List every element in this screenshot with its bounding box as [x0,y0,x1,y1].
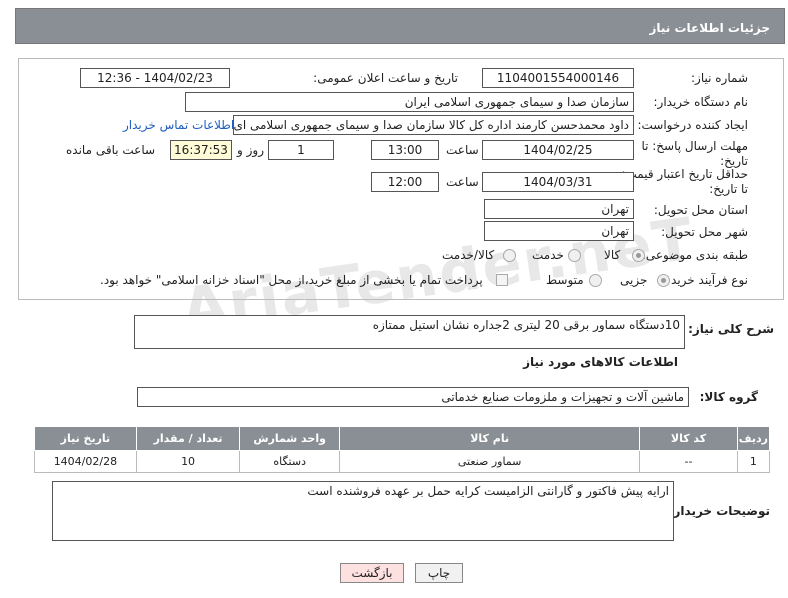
deadline-time-label: ساعت [446,143,479,157]
category-radio-service[interactable] [568,249,581,262]
category-radio-goods-service[interactable] [503,249,516,262]
city-field[interactable]: تهران [484,221,634,241]
col-code: کد کالا [639,426,738,451]
col-date: تاریخ نیاز [34,426,137,451]
deadline-label: مهلت ارسال پاسخ: تا تاریخ: [641,139,748,168]
validity-label: حداقل تاریخ اعتبار قیمت: تا تاریخ: [621,167,748,196]
buyer-field[interactable]: سازمان صدا و سیمای جمهوری اسلامی ایران [185,92,634,112]
treasury-payment-checkbox[interactable] [496,274,508,286]
goods-table: ردیف کد کالا نام کالا واحد شمارش تعداد /… [34,426,771,473]
page-header: جزئیات اطلاعات نیاز [15,8,785,44]
cell-unit: دستگاه [239,450,340,473]
process-radio-medium[interactable] [589,274,602,287]
goods-group-field[interactable]: ماشین آلات و تجهیزات و ملزومات صنایع خدم… [137,387,689,407]
deadline-date-field[interactable]: 1404/02/25 [482,140,634,160]
col-name: نام کالا [338,426,641,451]
category-option-service: خدمت [532,248,564,262]
validity-time-label: ساعت [446,175,479,189]
page-title: جزئیات اطلاعات نیاز [649,21,770,35]
validity-time-field[interactable]: 12:00 [371,172,439,192]
goods-group-label: گروه کالا: [699,390,758,404]
province-field[interactable]: تهران [484,199,634,219]
remaining-time-field: 16:37:53 [170,140,232,160]
remaining-label: ساعت باقی مانده [66,143,156,157]
description-label: شرح کلی نیاز: [688,322,774,336]
process-label: نوع فرآیند خرید : [663,273,748,287]
print-button[interactable]: چاپ [415,563,463,583]
cell-name: سماور صنعتی [338,450,641,473]
announce-label: تاریخ و ساعت اعلان عمومی: [313,71,458,85]
category-radio-goods[interactable] [632,249,645,262]
cell-date: 1404/02/28 [34,450,137,473]
validity-date-field[interactable]: 1404/03/31 [482,172,634,192]
buyer-notes-label: توضیحات خریدار: [668,504,770,518]
buyer-notes-field[interactable]: ارایه پیش فاکتور و گارانتی الزامیست کرای… [52,481,674,541]
cell-row: 1 [736,450,771,473]
col-qty: تعداد / مقدار [135,426,241,451]
category-option-goods: کالا [604,248,621,262]
process-option-medium: متوسط [546,273,584,287]
goods-table-header: ردیف کد کالا نام کالا واحد شمارش تعداد /… [34,426,771,451]
creator-label: ایجاد کننده درخواست: [637,118,748,132]
days-label: روز و [237,143,264,157]
buyer-label: نام دستگاه خریدار: [653,95,749,109]
buyer-notes-text: ارایه پیش فاکتور و گارانتی الزامیست کرای… [307,484,669,498]
buyer-contact-link[interactable]: اطلاعات تماس خریدار [123,118,234,132]
description-field[interactable]: 10دستگاه سماور برقی 20 لیتری 2جداره نشان… [134,315,685,349]
goods-section-title: اطلاعات کالاهای مورد نیاز [523,355,678,369]
need-number-label: شماره نیاز: [691,71,748,85]
city-label: شهر محل تحویل: [661,225,748,239]
province-label: استان محل تحویل: [653,203,748,217]
back-button[interactable]: بازگشت [340,563,404,583]
col-unit: واحد شمارش [239,426,340,451]
cell-code: -- [639,450,738,473]
announce-field[interactable]: 1404/02/23 - 12:36 [80,68,230,88]
process-radio-minor[interactable] [657,274,670,287]
process-option-minor: جزیی [620,273,648,287]
table-row[interactable]: 1 -- سماور صنعتی دستگاه 10 1404/02/28 [34,450,771,473]
category-label: طبقه بندی موضوعی: [641,248,748,262]
treasury-payment-note: پرداخت تمام یا بخشی از مبلغ خرید،از محل … [100,273,483,287]
category-option-goods-service: کالا/خدمت [442,248,495,262]
creator-field[interactable]: داود محمدحسن کارمند اداره کل کالا سازمان… [233,115,634,135]
deadline-time-field[interactable]: 13:00 [371,140,439,160]
need-number-field[interactable]: 1104001554000146 [482,68,634,88]
col-row: ردیف [736,426,771,451]
days-field[interactable]: 1 [268,140,334,160]
cell-qty: 10 [135,450,241,473]
description-text: 10دستگاه سماور برقی 20 لیتری 2جداره نشان… [372,318,680,332]
